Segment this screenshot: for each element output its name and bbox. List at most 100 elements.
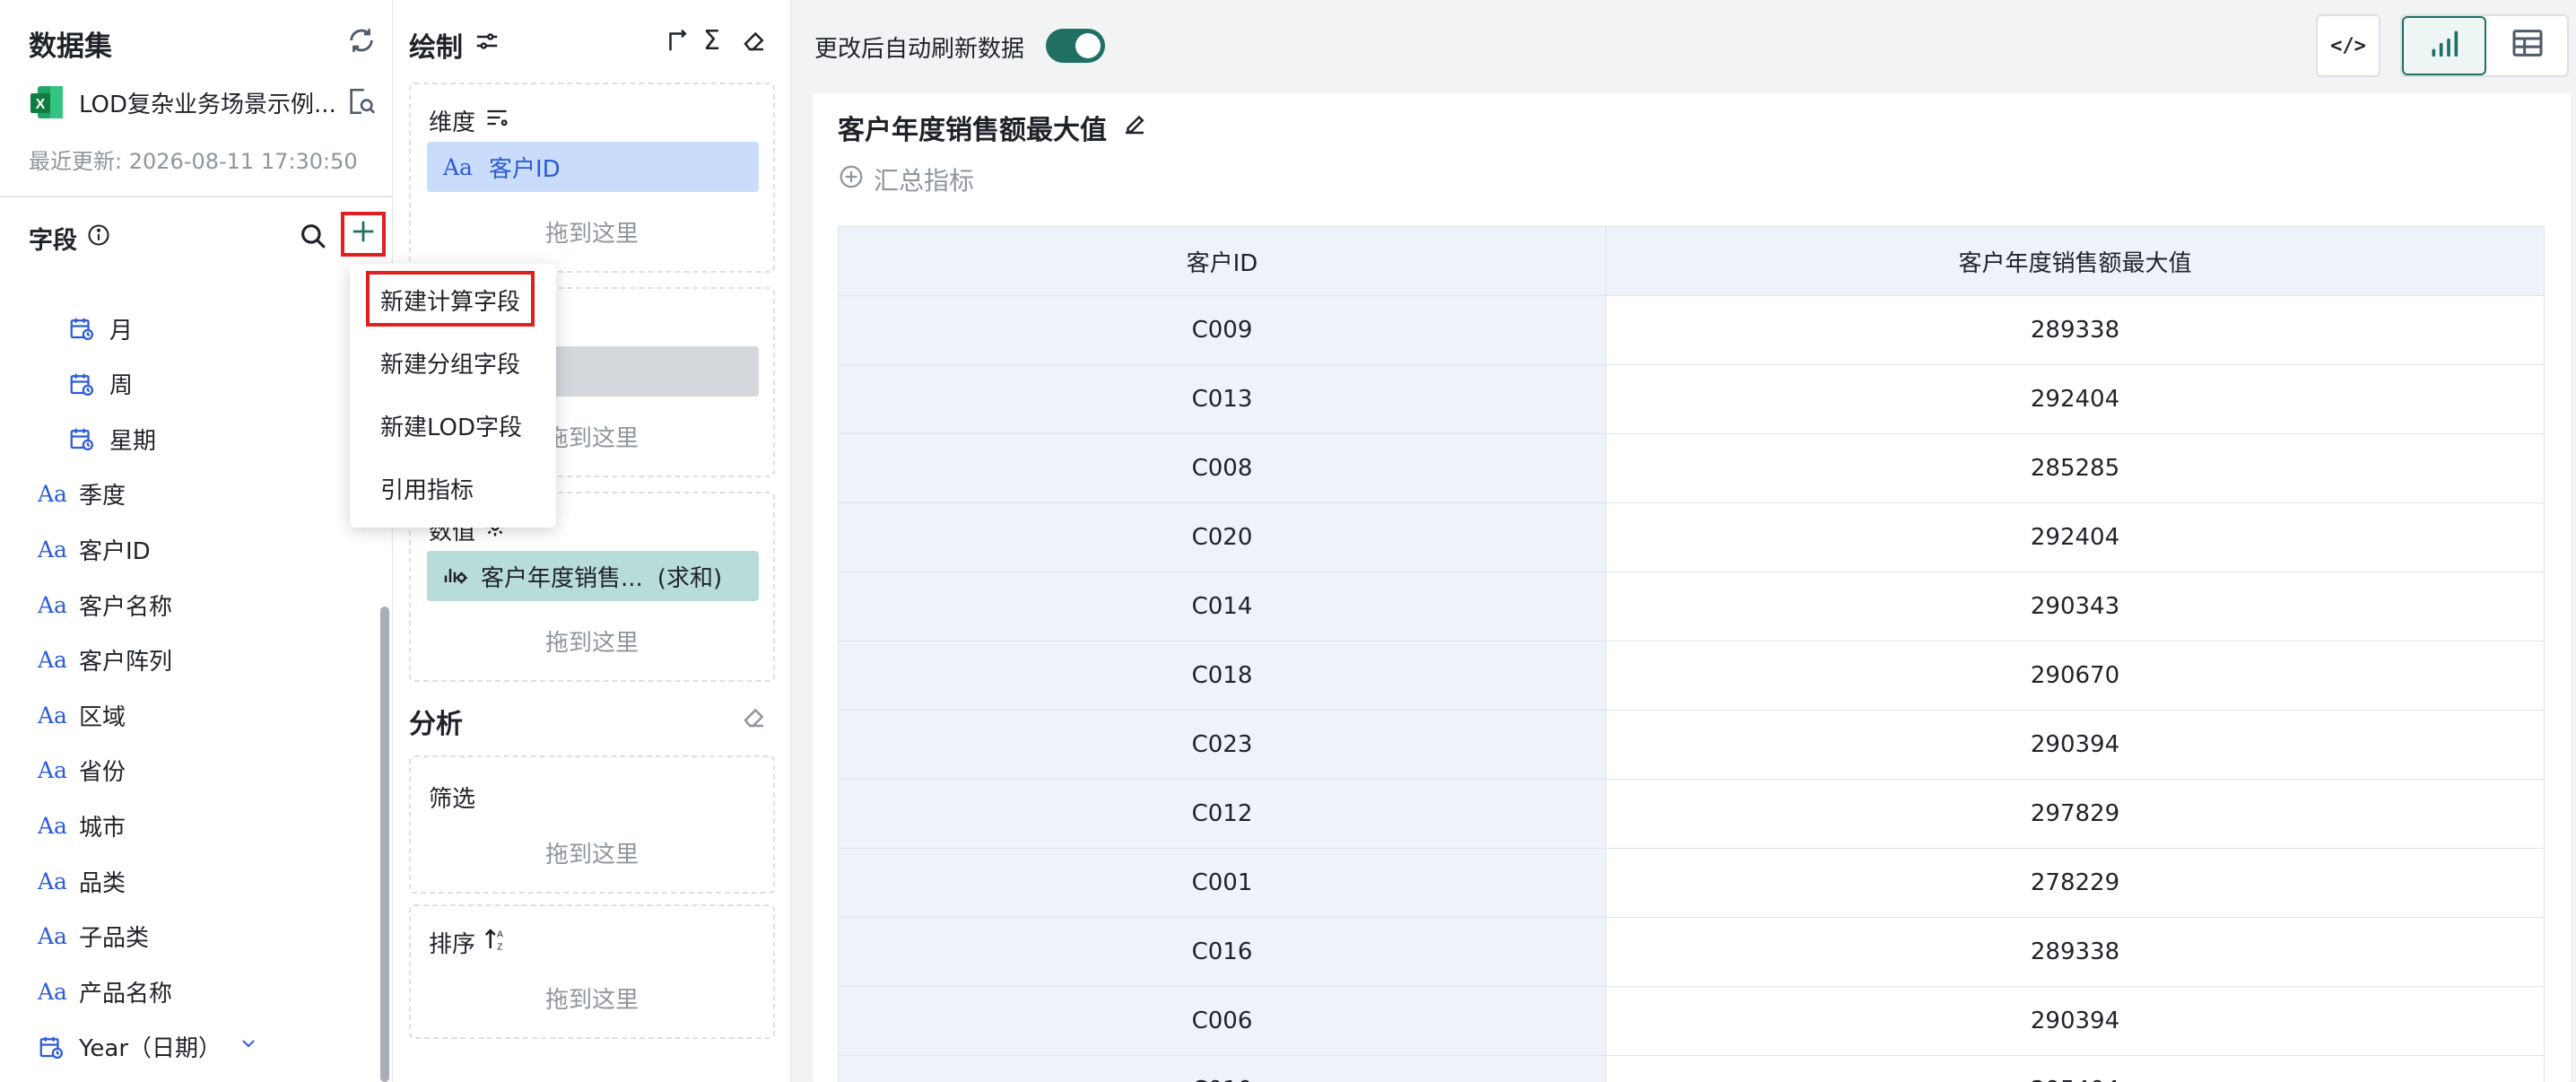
field-list-scrollbar[interactable] xyxy=(380,606,389,1082)
table-icon xyxy=(2510,25,2546,67)
cell-max-annual-sales: 289338 xyxy=(1606,295,2545,365)
date-field-icon xyxy=(68,371,95,397)
field-item[interactable]: Aa 区域 xyxy=(38,688,126,742)
chart-title: 客户年度销售额最大值 xyxy=(838,108,1148,147)
table-row[interactable]: C006 290394 xyxy=(838,986,2545,1056)
cell-customer-id: C016 xyxy=(838,917,1606,987)
menu-item-new-group-field[interactable]: 新建分组字段 xyxy=(380,346,520,380)
field-item[interactable]: Aa 省份 xyxy=(38,744,126,798)
value-chip[interactable]: 客户年度销售... (求和) xyxy=(427,551,759,601)
table-row[interactable]: C014 290343 xyxy=(838,572,2545,641)
field-item[interactable]: Aa 季度 xyxy=(38,467,126,521)
cell-max-annual-sales: 290394 xyxy=(1606,986,2545,1056)
summary-label: 汇总指标 xyxy=(874,166,975,196)
info-icon[interactable] xyxy=(77,223,111,254)
auto-refresh-toggle[interactable] xyxy=(1046,29,1105,63)
preview-data-icon[interactable] xyxy=(346,86,377,123)
add-summary-metric[interactable]: 汇总指标 xyxy=(838,161,974,197)
table-view-button[interactable] xyxy=(2486,16,2569,75)
add-circle-icon xyxy=(838,163,874,196)
table-row[interactable]: C023 290394 xyxy=(838,710,2545,780)
dimension-chip-label: 客户ID xyxy=(488,155,561,183)
table-row[interactable]: C012 297829 xyxy=(838,779,2545,849)
dimension-dropzone[interactable]: 维度 Aa 客户ID 拖到这里 xyxy=(409,83,775,273)
add-field-button[interactable] xyxy=(341,212,386,257)
field-label: 产品名称 xyxy=(79,980,173,1008)
field-label: 区域 xyxy=(79,703,126,731)
field-item[interactable]: Aa 城市 xyxy=(38,798,126,852)
text-type-icon: Aa xyxy=(443,153,473,180)
code-view-button[interactable]: </> xyxy=(2316,14,2380,77)
dimension-settings-icon[interactable] xyxy=(484,105,509,136)
sort-dropzone[interactable]: 排序 AZ 拖到这里 xyxy=(409,904,775,1039)
cell-max-annual-sales: 285285 xyxy=(1606,433,2545,503)
analysis-section-title: 分析 xyxy=(409,702,463,741)
menu-item-new-lod-field[interactable]: 新建LOD字段 xyxy=(380,409,522,442)
field-item[interactable]: 月 xyxy=(68,301,133,355)
menu-item-new-calculated-field[interactable]: 新建计算字段 xyxy=(380,284,520,317)
text-field-icon: Aa xyxy=(38,923,67,950)
text-field-icon: Aa xyxy=(38,481,67,508)
eraser-icon[interactable] xyxy=(741,27,768,60)
field-item[interactable]: Aa 客户阵列 xyxy=(38,633,172,687)
analysis-eraser-icon[interactable] xyxy=(741,703,768,737)
column-header[interactable]: 客户ID xyxy=(838,226,1606,296)
dimension-label: 维度 xyxy=(429,104,509,137)
table-row[interactable]: C009 289338 xyxy=(838,295,2545,365)
edit-title-icon[interactable] xyxy=(1107,110,1148,144)
field-label: 客户阵列 xyxy=(79,649,173,676)
table-row[interactable]: C008 285285 xyxy=(838,433,2545,503)
field-item[interactable]: Aa 子品类 xyxy=(38,910,149,964)
dataset-panel: 数据集 X LOD复杂业务场景示例... 最近更新: 2026-08-11 17… xyxy=(0,0,393,1082)
field-item[interactable]: Aa 客户名称 xyxy=(38,578,172,632)
filter-dropzone[interactable]: 筛选 拖到这里 xyxy=(409,755,775,894)
settings-sliders-icon[interactable] xyxy=(474,28,500,62)
field-item[interactable]: Year（日期） xyxy=(38,1020,259,1074)
chart-title-text: 客户年度销售额最大值 xyxy=(838,115,1107,146)
refresh-dataset-icon[interactable] xyxy=(346,25,377,62)
table-row[interactable]: C018 290670 xyxy=(838,641,2545,711)
code-icon: </> xyxy=(2330,34,2366,57)
axis-swap-icon[interactable] xyxy=(664,27,691,60)
svg-text:X: X xyxy=(36,97,46,112)
analysis-title-label: 分析 xyxy=(409,709,463,740)
field-label: 子品类 xyxy=(79,925,150,953)
table-row[interactable]: C016 289338 xyxy=(838,917,2545,987)
field-item[interactable]: 星期 xyxy=(68,412,156,466)
chevron-down-icon[interactable] xyxy=(238,1033,259,1060)
canvas-toolbar: 更改后自动刷新数据 </> xyxy=(791,0,2576,92)
plus-icon xyxy=(350,218,377,251)
field-label: 客户名称 xyxy=(79,593,173,621)
field-label: 周 xyxy=(109,372,134,400)
field-item[interactable]: Aa 客户ID xyxy=(38,522,151,576)
sort-label: 排序 AZ xyxy=(429,926,509,959)
cell-customer-id: C014 xyxy=(838,572,1606,641)
table-row[interactable]: C001 278229 xyxy=(838,848,2545,918)
table-row[interactable]: C010295404 xyxy=(838,1055,2545,1082)
chart-view-button[interactable] xyxy=(2402,16,2486,75)
field-label: 星期 xyxy=(109,427,157,455)
dimension-chip[interactable]: Aa 客户ID xyxy=(427,142,759,192)
dataset-file[interactable]: X LOD复杂业务场景示例... xyxy=(29,84,387,120)
sort-az-icon[interactable]: AZ xyxy=(483,926,509,959)
value-drop-hint: 拖到这里 xyxy=(544,630,639,657)
field-item[interactable]: 周 xyxy=(68,357,133,411)
text-field-icon: Aa xyxy=(38,978,67,1005)
field-item[interactable]: Aa 品类 xyxy=(38,854,126,908)
date-field-icon xyxy=(68,315,95,342)
table-header-row: 客户ID 客户年度销售额最大值 xyxy=(838,226,2545,296)
table-row[interactable]: C013 292404 xyxy=(838,364,2545,434)
cell-customer-id: C010 xyxy=(838,1055,1606,1082)
sigma-icon[interactable]: Σ xyxy=(703,25,720,57)
date-field-icon xyxy=(38,1034,65,1060)
column-header[interactable]: 客户年度销售额最大值 xyxy=(1606,226,2545,296)
cell-max-annual-sales: 290394 xyxy=(1606,710,2545,780)
menu-item-reference-metric[interactable]: 引用指标 xyxy=(380,472,474,505)
sort-drop-hint: 拖到这里 xyxy=(544,987,639,1014)
search-icon[interactable] xyxy=(298,221,328,257)
svg-text:A: A xyxy=(497,930,503,940)
field-item[interactable]: Aa 产品名称 xyxy=(38,964,172,1018)
cell-max-annual-sales: 295404 xyxy=(1606,1055,2545,1082)
table-row[interactable]: C020 292404 xyxy=(838,502,2545,572)
value-chip-label: 客户年度销售... xyxy=(481,564,643,592)
